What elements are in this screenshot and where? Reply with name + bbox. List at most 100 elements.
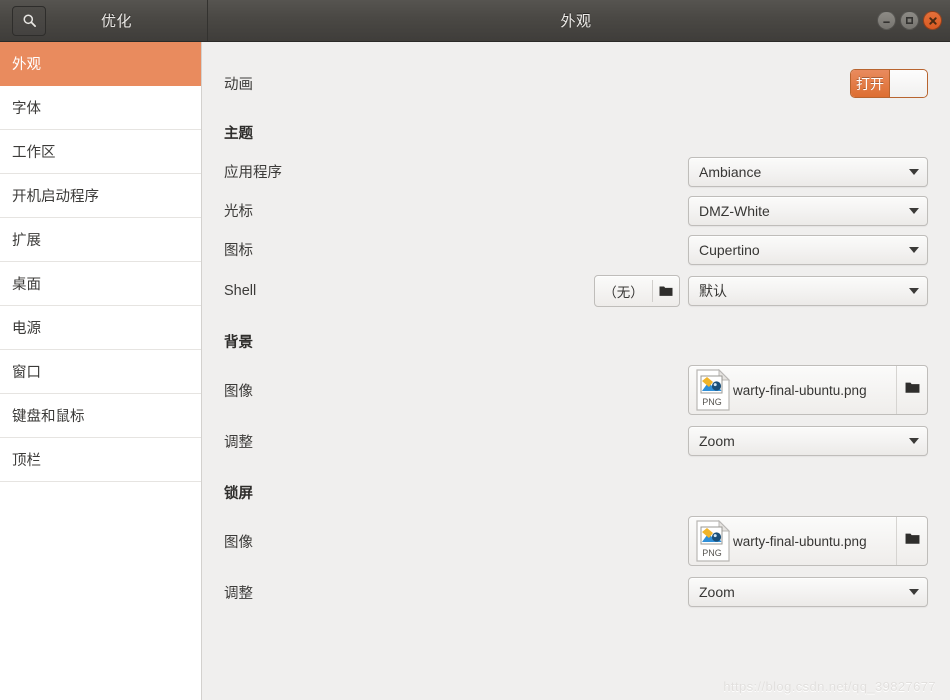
- png-file-icon: PNG: [689, 369, 733, 411]
- lockscreen-image-label: 图像: [224, 534, 253, 551]
- background-adjustment-value: Zoom: [699, 433, 735, 449]
- folder-icon: [905, 381, 920, 399]
- cursor-theme-value: DMZ-White: [699, 202, 770, 219]
- background-image-control: PNG warty-final-ubuntu.png: [688, 365, 928, 415]
- chevron-down-icon: [909, 207, 919, 214]
- application-theme-value: Ambiance: [699, 163, 762, 180]
- sidebar-item-label: 外观: [12, 57, 41, 73]
- titlebar-left-section: 优化: [6, 0, 208, 41]
- lockscreen-adjustment-value: Zoom: [699, 584, 735, 600]
- sidebar-item-windows[interactable]: 窗口: [0, 350, 201, 394]
- animation-label: 动画: [224, 77, 253, 93]
- group-header-theme: 主题: [224, 113, 928, 152]
- chevron-down-icon: [909, 287, 919, 294]
- lockscreen-adjustment-dropdown[interactable]: Zoom: [688, 577, 928, 607]
- window-title: 外观: [560, 13, 592, 30]
- watermark-text: https://blog.csdn.net/qq_39827677: [723, 679, 936, 694]
- minimize-button[interactable]: [877, 11, 896, 30]
- sidebar-item-power[interactable]: 电源: [0, 306, 201, 350]
- sidebar-item-label: 桌面: [12, 277, 41, 293]
- lockscreen-adjustment-label: 调整: [224, 585, 253, 602]
- sidebar-item-appearance[interactable]: 外观: [0, 42, 201, 86]
- icons-theme-dropdown[interactable]: Cupertino: [688, 234, 928, 265]
- chevron-down-icon: [909, 168, 919, 175]
- shell-theme-label: Shell: [224, 282, 257, 299]
- maximize-icon: [905, 16, 914, 25]
- shell-theme-file-button[interactable]: （无）: [594, 274, 680, 307]
- window-controls: [877, 0, 942, 41]
- sidebar-item-workspaces[interactable]: 工作区: [0, 130, 201, 174]
- sidebar-item-extensions[interactable]: 扩展: [0, 218, 201, 262]
- icons-theme-control: Cupertino: [688, 234, 928, 265]
- background-image-label: 图像: [224, 383, 253, 400]
- row-background-image: 图像 PNG warty-final-ubuntu.png: [224, 361, 928, 419]
- animation-toggle[interactable]: 打开: [850, 69, 928, 98]
- group-header-background: 背景: [224, 322, 928, 361]
- search-button[interactable]: [12, 5, 46, 36]
- window-body: 外观 字体 工作区 开机启动程序 扩展 桌面 电源 窗口 键盘和鼠标 顶栏 动画…: [0, 42, 950, 700]
- chevron-down-icon: [909, 246, 919, 253]
- row-lockscreen-image: 图像 PNG warty-final-ubuntu.png: [224, 512, 928, 570]
- sidebar-item-label: 键盘和鼠标: [12, 409, 85, 425]
- animation-toggle-state: 打开: [851, 70, 889, 97]
- png-file-icon: PNG: [689, 520, 733, 562]
- lockscreen-image-control: PNG warty-final-ubuntu.png: [688, 516, 928, 566]
- background-adjustment-label: 调整: [224, 434, 253, 451]
- sidebar-item-label: 顶栏: [12, 453, 41, 469]
- lockscreen-image-file-chooser[interactable]: PNG warty-final-ubuntu.png: [688, 516, 928, 566]
- application-theme-dropdown[interactable]: Ambiance: [688, 156, 928, 187]
- svg-text:PNG: PNG: [702, 397, 722, 407]
- sidebar-item-label: 开机启动程序: [12, 189, 99, 205]
- sidebar-item-startup-applications[interactable]: 开机启动程序: [0, 174, 201, 218]
- background-image-browse-button[interactable]: [897, 381, 927, 399]
- sidebar-item-label: 电源: [12, 321, 41, 337]
- sidebar-item-desktop[interactable]: 桌面: [0, 262, 201, 306]
- folder-icon: [905, 532, 920, 550]
- folder-icon: [653, 285, 679, 297]
- shell-theme-dropdown[interactable]: 默认: [688, 275, 928, 306]
- chevron-down-icon: [909, 589, 919, 595]
- lockscreen-image-browse-button[interactable]: [897, 532, 927, 550]
- sidebar-item-keyboard-mouse[interactable]: 键盘和鼠标: [0, 394, 201, 438]
- cursor-theme-dropdown[interactable]: DMZ-White: [688, 195, 928, 226]
- background-adjustment-control: Zoom: [688, 426, 928, 456]
- row-application-theme: 应用程序 Ambiance: [224, 152, 928, 191]
- cursor-theme-label: 光标: [224, 204, 253, 220]
- close-button[interactable]: [923, 11, 942, 30]
- cursor-theme-control: DMZ-White: [688, 195, 928, 226]
- shell-theme-file-value: （无）: [603, 284, 644, 300]
- sidebar-item-label: 扩展: [12, 233, 41, 249]
- animation-toggle-knob: [889, 70, 927, 97]
- minimize-icon: [882, 16, 891, 25]
- group-header-lockscreen: 锁屏: [224, 473, 928, 512]
- row-animation: 动画 打开: [224, 64, 928, 103]
- sidebar-item-top-bar[interactable]: 顶栏: [0, 438, 201, 482]
- settings-panel: 动画 打开 主题 应用程序 Ambiance 光标 DMZ-White 图标 C…: [202, 42, 950, 700]
- maximize-button[interactable]: [900, 11, 919, 30]
- search-icon: [22, 13, 37, 28]
- row-background-adjustment: 调整 Zoom: [224, 419, 928, 463]
- svg-text:PNG: PNG: [702, 548, 722, 558]
- chevron-down-icon: [909, 438, 919, 444]
- background-image-file-chooser[interactable]: PNG warty-final-ubuntu.png: [688, 365, 928, 415]
- animation-control: 打开: [850, 69, 928, 98]
- background-image-file-name: warty-final-ubuntu.png: [733, 382, 867, 398]
- background-adjustment-dropdown[interactable]: Zoom: [688, 426, 928, 456]
- application-theme-control: Ambiance: [688, 156, 928, 187]
- theme-group-label: 主题: [224, 126, 253, 142]
- lockscreen-group-label: 锁屏: [224, 486, 253, 502]
- lockscreen-adjustment-control: Zoom: [688, 577, 928, 607]
- sidebar-item-label: 工作区: [12, 145, 56, 161]
- row-shell-theme: Shell （无） 默认: [224, 269, 928, 312]
- row-cursor-theme: 光标 DMZ-White: [224, 191, 928, 230]
- sidebar-item-fonts[interactable]: 字体: [0, 86, 201, 130]
- sidebar-item-label: 字体: [12, 101, 41, 117]
- shell-theme-control: （无） 默认: [594, 274, 928, 307]
- application-theme-label: 应用程序: [224, 165, 282, 181]
- background-group-label: 背景: [224, 335, 253, 351]
- row-icons-theme: 图标 Cupertino: [224, 230, 928, 269]
- shell-theme-value: 默认: [699, 282, 727, 299]
- app-name-label: 优化: [100, 13, 132, 30]
- icons-theme-value: Cupertino: [699, 241, 760, 258]
- sidebar: 外观 字体 工作区 开机启动程序 扩展 桌面 电源 窗口 键盘和鼠标 顶栏: [0, 42, 202, 700]
